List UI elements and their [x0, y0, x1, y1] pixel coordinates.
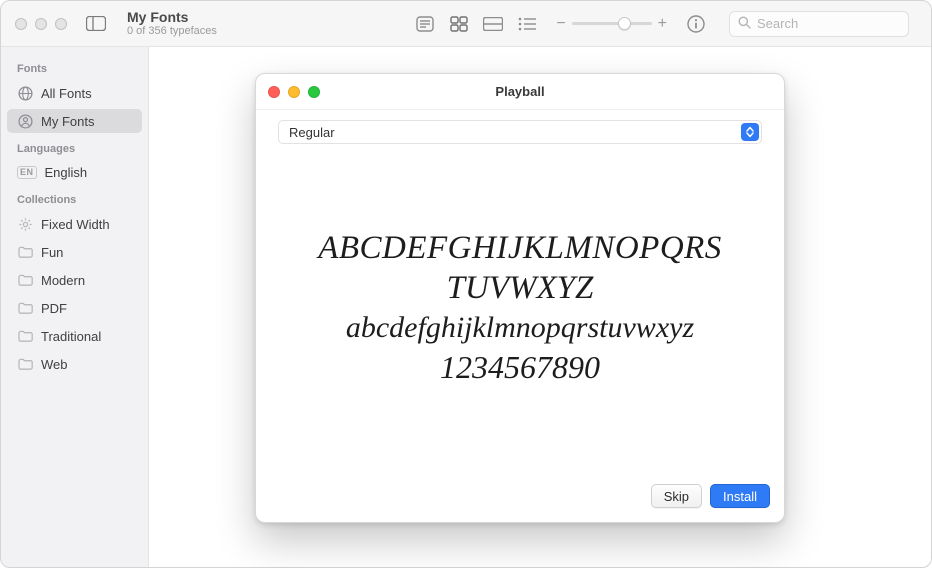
font-install-dialog: Playball Regular ABCDEFGHIJKLMNOPQRS TUV… [255, 73, 785, 523]
gear-icon [17, 216, 33, 232]
folder-icon [17, 328, 33, 344]
folder-icon [17, 272, 33, 288]
skip-button[interactable]: Skip [651, 484, 702, 508]
column-view-icon[interactable] [482, 15, 504, 33]
window-zoom-dot[interactable] [55, 18, 67, 30]
list-view-icon[interactable] [516, 15, 538, 33]
person-icon [17, 113, 33, 129]
window-close-dot[interactable] [15, 18, 27, 30]
dialog-traffic-lights [268, 86, 320, 98]
sidebar-item-pdf[interactable]: PDF [7, 296, 142, 320]
sidebar-item-modern[interactable]: Modern [7, 268, 142, 292]
sidebar-item-label: Modern [41, 273, 85, 288]
preview-lower: abcdefghijklmnopqrstuvwxyz [346, 310, 694, 346]
sidebar-item-label: Traditional [41, 329, 101, 344]
sidebar-item-traditional[interactable]: Traditional [7, 324, 142, 348]
folder-icon [17, 356, 33, 372]
window-minimize-dot[interactable] [35, 18, 47, 30]
dialog-title: Playball [495, 84, 544, 99]
window-subtitle: 0 of 356 typefaces [127, 25, 217, 38]
dialog-minimize-dot[interactable] [288, 86, 300, 98]
sidebar-section-fonts: Fonts [7, 57, 142, 77]
folder-icon [17, 244, 33, 260]
sidebar-item-web[interactable]: Web [7, 352, 142, 376]
sidebar-item-label: Fixed Width [41, 217, 110, 232]
sidebar-item-my-fonts[interactable]: My Fonts [7, 109, 142, 133]
dialog-footer: Skip Install [256, 484, 784, 522]
dialog-close-dot[interactable] [268, 86, 280, 98]
sidebar-item-all-fonts[interactable]: All Fonts [7, 81, 142, 105]
sidebar-section-languages: Languages [7, 137, 142, 157]
font-preview: ABCDEFGHIJKLMNOPQRS TUVWXYZ abcdefghijkl… [278, 144, 762, 472]
select-stepper-icon[interactable] [741, 123, 759, 141]
install-button[interactable]: Install [710, 484, 770, 508]
zoom-thumb[interactable] [618, 17, 631, 30]
sidebar-item-fun[interactable]: Fun [7, 240, 142, 264]
search-field[interactable] [729, 11, 909, 37]
dialog-zoom-dot[interactable] [308, 86, 320, 98]
dialog-titlebar: Playball [256, 74, 784, 110]
font-book-window: My Fonts 0 of 356 typefaces − [0, 0, 932, 568]
font-style-select[interactable]: Regular [278, 120, 762, 144]
info-icon[interactable] [685, 15, 707, 33]
sidebar-item-label: My Fonts [41, 114, 94, 129]
globe-icon [17, 85, 33, 101]
toolbar: − + [414, 11, 931, 37]
view-mode-group [414, 15, 538, 33]
sidebar-toggle-button[interactable] [83, 14, 109, 34]
content-area: Playball Regular ABCDEFGHIJKLMNOPQRS TUV… [149, 47, 931, 567]
title-block: My Fonts 0 of 356 typefaces [127, 9, 217, 38]
zoom-slider[interactable]: − + [556, 16, 667, 32]
sidebar-item-label: PDF [41, 301, 67, 316]
preview-upper-1: ABCDEFGHIJKLMNOPQRS [318, 230, 722, 268]
language-badge-icon: EN [17, 166, 37, 179]
folder-icon [17, 300, 33, 316]
sidebar-item-label: Web [41, 357, 68, 372]
sidebar-section-collections: Collections [7, 188, 142, 208]
window-traffic-lights [1, 18, 77, 30]
sample-view-icon[interactable] [414, 15, 436, 33]
grid-view-icon[interactable] [448, 15, 470, 33]
zoom-in-icon[interactable]: + [658, 16, 667, 32]
dialog-body: Regular ABCDEFGHIJKLMNOPQRS TUVWXYZ abcd… [256, 110, 784, 484]
zoom-track[interactable] [572, 22, 652, 25]
sidebar-item-label: English [45, 165, 88, 180]
preview-upper-2: TUVWXYZ [447, 270, 594, 308]
zoom-out-icon[interactable]: − [556, 16, 565, 32]
sidebar-item-label: Fun [41, 245, 63, 260]
font-style-value: Regular [289, 125, 335, 140]
preview-digits: 1234567890 [440, 348, 600, 386]
sidebar-item-english[interactable]: EN English [7, 161, 142, 184]
sidebar: Fonts All Fonts My Fonts Languages EN En… [1, 47, 149, 567]
search-input[interactable] [757, 16, 900, 31]
window-title: My Fonts [127, 9, 217, 25]
search-icon [738, 16, 751, 32]
titlebar: My Fonts 0 of 356 typefaces − [1, 1, 931, 47]
sidebar-item-fixed-width[interactable]: Fixed Width [7, 212, 142, 236]
sidebar-item-label: All Fonts [41, 86, 92, 101]
